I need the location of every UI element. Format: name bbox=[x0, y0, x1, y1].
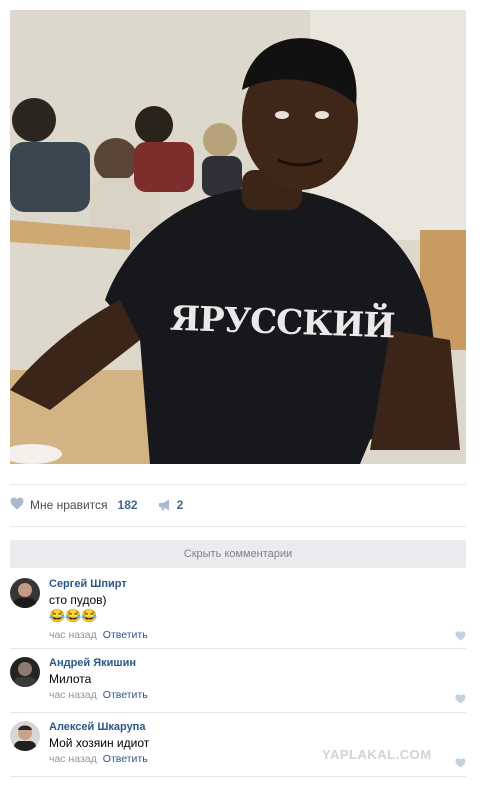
share-button[interactable]: 2 bbox=[158, 498, 184, 512]
like-button[interactable]: Мне нравится bbox=[30, 498, 108, 512]
comment-item: Сергей Шпирт сто пудов) 😂 😂 😂 час назад О… bbox=[10, 578, 466, 648]
reply-link[interactable]: Ответить bbox=[103, 753, 148, 765]
comment-meta: час назад Ответить bbox=[49, 689, 466, 702]
divider bbox=[10, 712, 466, 713]
divider bbox=[10, 484, 466, 485]
avatar[interactable] bbox=[10, 578, 40, 608]
laughing-emoji-icon: 😂 bbox=[81, 608, 98, 623]
heart-icon[interactable] bbox=[455, 628, 466, 646]
laughing-emoji-icon: 😂 bbox=[65, 608, 82, 623]
comment-author[interactable]: Алексей Шкарупа bbox=[49, 721, 466, 734]
emoji-row: 😂 😂 😂 bbox=[49, 609, 466, 623]
like-count: 182 bbox=[117, 498, 138, 512]
laughing-emoji-icon: 😂 bbox=[49, 608, 66, 623]
avatar[interactable] bbox=[10, 657, 40, 687]
avatar[interactable] bbox=[10, 721, 40, 751]
photo-scene bbox=[10, 10, 466, 464]
heart-icon[interactable] bbox=[455, 691, 466, 709]
reply-link[interactable]: Ответить bbox=[103, 629, 148, 641]
hide-comments-button[interactable]: Скрыть комментарии bbox=[10, 540, 466, 568]
heart-icon[interactable] bbox=[10, 497, 24, 513]
watermark: YAPLAKAL.COM bbox=[322, 747, 432, 762]
share-count: 2 bbox=[176, 498, 184, 512]
post-actions: Мне нравится 182 2 bbox=[10, 495, 183, 515]
comment-text: Милота bbox=[49, 672, 92, 686]
comment-item: Алексей Шкарупа Мой хозяин идиот час наз… bbox=[10, 721, 466, 771]
comment-time: час назад bbox=[49, 753, 97, 765]
comment-item: Андрей Якишин Милота час назад Ответить bbox=[10, 657, 466, 707]
divider bbox=[10, 776, 466, 777]
comment-meta: час назад Ответить bbox=[49, 629, 466, 642]
megaphone-icon bbox=[158, 499, 169, 511]
comment-author[interactable]: Сергей Шпирт bbox=[49, 578, 466, 591]
heart-icon[interactable] bbox=[455, 755, 466, 773]
shirt-print: ЯРУССКИЙ bbox=[169, 298, 396, 347]
post-photo[interactable]: ЯРУССКИЙ bbox=[10, 10, 466, 464]
divider bbox=[10, 526, 466, 527]
comment-time: час назад bbox=[49, 629, 97, 641]
reply-link[interactable]: Ответить bbox=[103, 689, 148, 701]
divider bbox=[10, 648, 466, 649]
comment-time: час назад bbox=[49, 689, 97, 701]
comment-text: сто пудов) bbox=[49, 593, 107, 607]
comment-author[interactable]: Андрей Якишин bbox=[49, 657, 466, 670]
